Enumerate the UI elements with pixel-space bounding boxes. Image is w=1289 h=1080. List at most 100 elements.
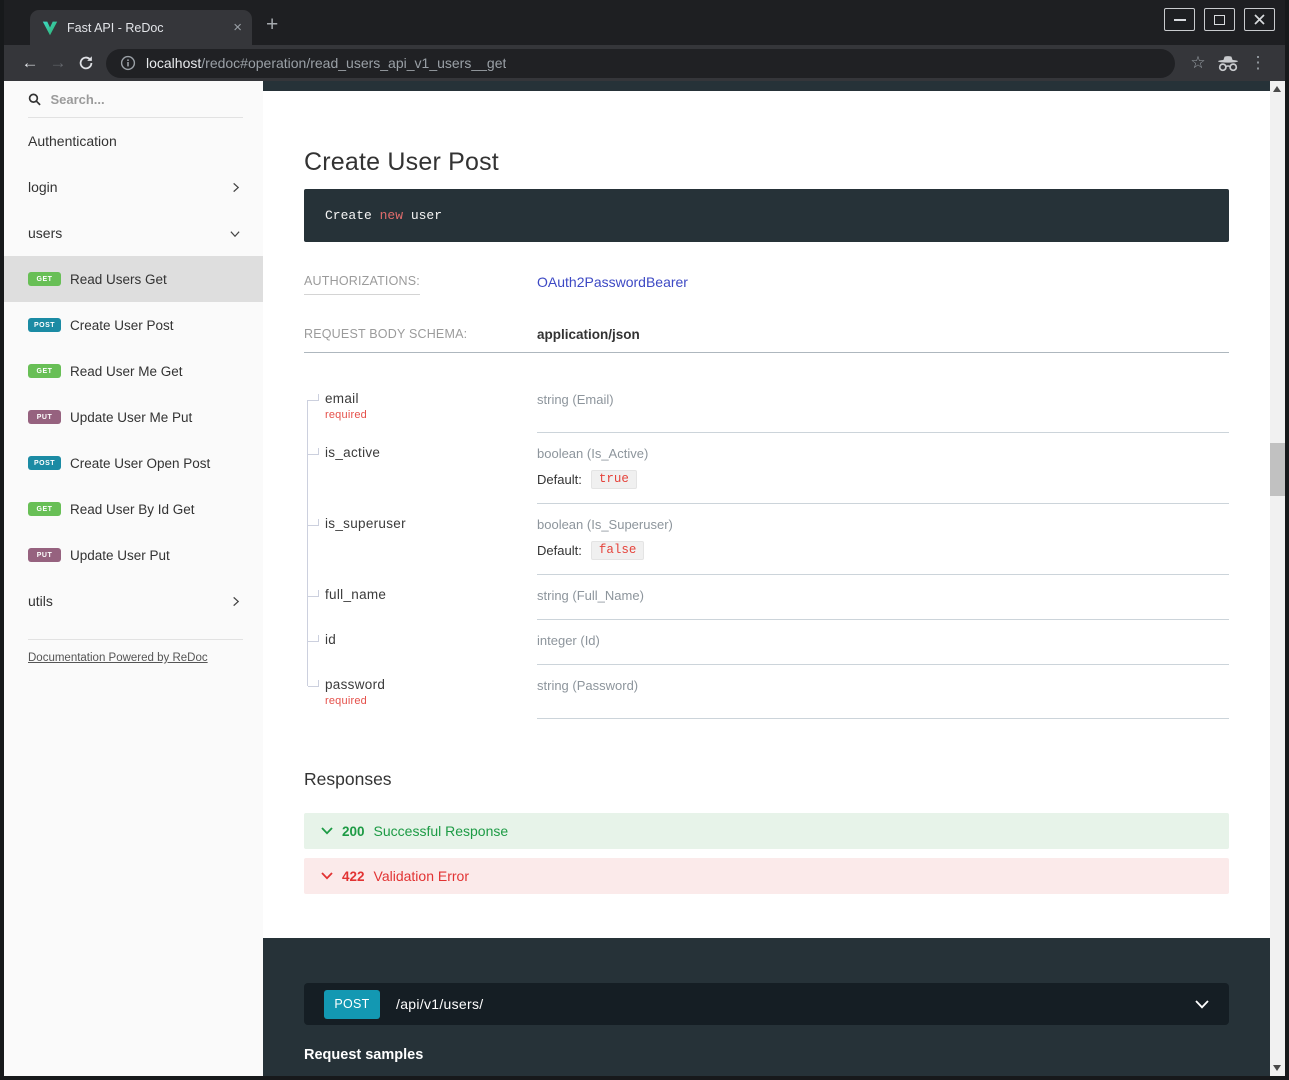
sidebar-item-read-user-me-get[interactable]: GET Read User Me Get bbox=[4, 348, 263, 394]
method-badge-put: PUT bbox=[28, 548, 61, 562]
sidebar-item-update-user-put[interactable]: PUT Update User Put bbox=[4, 532, 263, 578]
code-keyword: new bbox=[380, 208, 403, 223]
chevron-right-icon bbox=[230, 596, 241, 607]
field-type: string (Password) bbox=[537, 678, 638, 693]
scrollbar-thumb[interactable] bbox=[1270, 443, 1285, 496]
sidebar-item-create-user-open-post[interactable]: POST Create User Open Post bbox=[4, 440, 263, 486]
request-body-schema-label: REQUEST BODY SCHEMA: bbox=[304, 327, 537, 341]
browser-menu-button[interactable]: ⋮ bbox=[1243, 53, 1273, 73]
post-method-chip: POST bbox=[324, 990, 380, 1019]
field-type: string (Full_Name) bbox=[537, 588, 644, 603]
field-name: email bbox=[325, 391, 527, 406]
field-type: boolean (Is_Active) bbox=[537, 446, 648, 461]
schema-field-is-active: is_active boolean (Is_Active) Default: t… bbox=[304, 433, 1229, 504]
search-row[interactable] bbox=[4, 81, 263, 114]
url-bar[interactable]: localhost/redoc#operation/read_users_api… bbox=[106, 49, 1175, 78]
content-type-value: application/json bbox=[537, 327, 640, 342]
new-tab-button[interactable]: + bbox=[266, 14, 278, 35]
response-422-bar[interactable]: 422 Validation Error bbox=[304, 858, 1229, 894]
scrollbar-down-arrow[interactable] bbox=[1273, 1065, 1281, 1071]
sidebar-op-label: Create User Post bbox=[70, 318, 174, 333]
main-content: Create User Post Create new user AUTHORI… bbox=[263, 81, 1270, 1076]
reload-button[interactable] bbox=[72, 54, 100, 72]
sidebar-group-label: users bbox=[28, 225, 62, 241]
field-name: full_name bbox=[325, 587, 527, 602]
browser-toolbar: ← → localhost/redoc#operation/read_users… bbox=[4, 45, 1285, 81]
powered-by-redoc-link[interactable]: Documentation Powered by ReDoc bbox=[4, 640, 263, 678]
sidebar-op-label: Read User Me Get bbox=[70, 364, 183, 379]
method-badge-get: GET bbox=[28, 272, 61, 286]
schema-top-divider bbox=[304, 352, 1229, 353]
sidebar-item-update-user-me-put[interactable]: PUT Update User Me Put bbox=[4, 394, 263, 440]
page: Authentication login users GET Read User… bbox=[4, 81, 1285, 1076]
chevron-down-icon bbox=[229, 228, 241, 239]
sidebar-item-read-user-by-id-get[interactable]: GET Read User By Id Get bbox=[4, 486, 263, 532]
sidebar-item-login[interactable]: login bbox=[4, 164, 263, 210]
url-path: /redoc#operation/read_users_api_v1_users… bbox=[201, 55, 506, 71]
url-text: localhost/redoc#operation/read_users_api… bbox=[146, 55, 506, 71]
favicon-icon bbox=[42, 20, 58, 36]
sidebar-op-label: Create User Open Post bbox=[70, 456, 210, 471]
method-badge-post: POST bbox=[28, 456, 61, 470]
field-name: password bbox=[325, 677, 527, 692]
schema-field-id: id integer (Id) bbox=[304, 620, 1229, 665]
sidebar-op-label: Update User Put bbox=[70, 548, 170, 563]
response-code: 200 bbox=[342, 824, 365, 839]
field-type: integer (Id) bbox=[537, 633, 600, 648]
sidebar-op-label: Read User By Id Get bbox=[70, 502, 195, 517]
browser-window: Fast API - ReDoc × + ← → bbox=[0, 0, 1289, 1080]
search-input[interactable] bbox=[50, 92, 243, 107]
response-200-bar[interactable]: 200 Successful Response bbox=[304, 813, 1229, 849]
method-badge-post: POST bbox=[28, 318, 61, 332]
tab-close-icon[interactable]: × bbox=[233, 20, 242, 35]
request-body-schema-row: REQUEST BODY SCHEMA: application/json bbox=[304, 327, 1229, 353]
tab-title: Fast API - ReDoc bbox=[67, 21, 233, 35]
field-name: is_active bbox=[325, 445, 527, 460]
sidebar-item-users[interactable]: users bbox=[4, 210, 263, 256]
field-type: boolean (Is_Superuser) bbox=[537, 517, 673, 532]
chevron-down-icon bbox=[321, 827, 333, 835]
minimize-icon bbox=[1174, 19, 1186, 21]
field-type: string (Email) bbox=[537, 392, 614, 407]
scrollbar-up-arrow[interactable] bbox=[1273, 86, 1281, 92]
close-button[interactable] bbox=[1244, 8, 1275, 31]
sidebar-group-label: login bbox=[28, 179, 58, 195]
sidebar-item-read-users-get[interactable]: GET Read Users Get bbox=[4, 256, 263, 302]
reload-icon bbox=[77, 54, 95, 72]
default-label: Default: bbox=[537, 543, 582, 558]
field-name: is_superuser bbox=[325, 516, 527, 531]
top-dark-strip bbox=[263, 81, 1270, 91]
schema-field-email: email required string (Email) bbox=[304, 379, 1229, 433]
maximize-button[interactable] bbox=[1204, 8, 1235, 31]
page-scrollbar[interactable] bbox=[1270, 81, 1285, 1076]
oauth2-password-bearer-link[interactable]: OAuth2PasswordBearer bbox=[537, 274, 688, 290]
authorizations-label: AUTHORIZATIONS: bbox=[304, 274, 537, 295]
schema-field-is-superuser: is_superuser boolean (Is_Superuser) Defa… bbox=[304, 504, 1229, 575]
chevron-down-icon bbox=[321, 872, 333, 880]
window-controls bbox=[1164, 8, 1275, 31]
authorizations-row: AUTHORIZATIONS: OAuth2PasswordBearer bbox=[304, 274, 1229, 295]
schema-fields-table: email required string (Email) is_active … bbox=[304, 379, 1229, 719]
incognito-icon bbox=[1213, 55, 1243, 72]
endpoint-dropdown[interactable]: POST /api/v1/users/ bbox=[304, 983, 1229, 1025]
sidebar-item-authentication[interactable]: Authentication bbox=[4, 118, 263, 164]
operation-description-code: Create new user bbox=[304, 189, 1229, 242]
response-code: 422 bbox=[342, 869, 365, 884]
sidebar-item-utils[interactable]: utils bbox=[4, 578, 263, 624]
sidebar-footer: Documentation Powered by ReDoc bbox=[4, 636, 263, 678]
method-badge-get: GET bbox=[28, 364, 61, 378]
forward-button[interactable]: → bbox=[44, 53, 72, 73]
sidebar-item-create-user-post[interactable]: POST Create User Post bbox=[4, 302, 263, 348]
back-button[interactable]: ← bbox=[16, 53, 44, 73]
bookmark-star-button[interactable]: ☆ bbox=[1183, 53, 1213, 73]
chevron-down-icon bbox=[1195, 1000, 1209, 1009]
method-badge-get: GET bbox=[28, 502, 61, 516]
browser-tab[interactable]: Fast API - ReDoc × bbox=[30, 10, 252, 45]
field-required-flag: required bbox=[325, 695, 527, 707]
chevron-right-icon bbox=[230, 182, 241, 193]
maximize-icon bbox=[1214, 15, 1225, 25]
minimize-button[interactable] bbox=[1164, 8, 1195, 31]
sidebar-op-label: Read Users Get bbox=[70, 272, 167, 287]
site-info-icon[interactable] bbox=[120, 55, 136, 71]
sidebar-group-label: utils bbox=[28, 593, 53, 609]
